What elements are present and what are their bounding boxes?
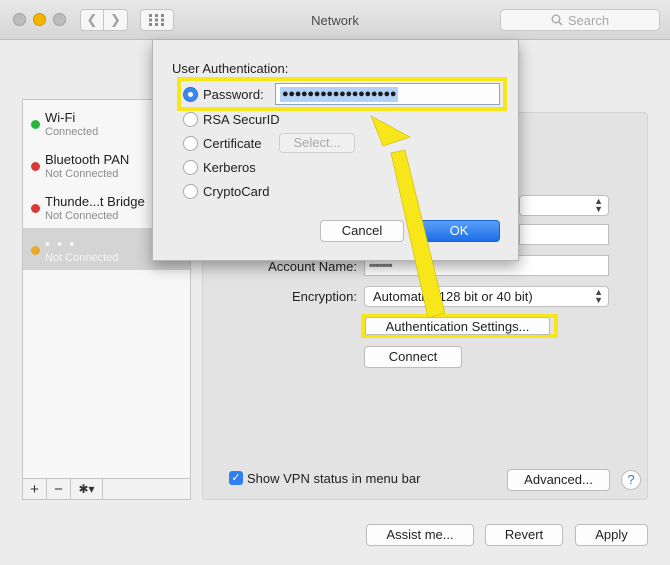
encryption-label: Encryption:	[291, 289, 357, 304]
radio-label: Password:	[203, 86, 264, 102]
gear-menu-button[interactable]: ✱▾	[71, 479, 103, 499]
help-button[interactable]: ?	[621, 470, 641, 490]
show-vpn-status-checkbox[interactable]: ✓	[229, 471, 243, 485]
authentication-settings-button[interactable]: Authentication Settings...	[365, 317, 550, 335]
radio-label: Kerberos	[203, 159, 256, 175]
search-icon	[551, 14, 563, 26]
user-authentication-sheet: User Authentication: Password: ●●●●●●●●●…	[152, 40, 519, 261]
show-vpn-status-label: Show VPN status in menu bar	[247, 471, 421, 486]
status-dot-icon	[31, 162, 40, 171]
radio-label: CryptoCard	[203, 183, 270, 199]
service-status: Not Connected	[45, 210, 119, 222]
radio-label: RSA SecurID	[203, 111, 280, 127]
status-dot-icon	[31, 246, 40, 255]
revert-button[interactable]: Revert	[485, 524, 563, 546]
cancel-button[interactable]: Cancel	[320, 220, 404, 242]
account-name-label: Account Name:	[268, 259, 357, 274]
radio-option-cryptocard[interactable]: CryptoCard	[183, 182, 269, 200]
radio-unselected-icon	[183, 183, 198, 199]
radio-option-rsa-securid[interactable]: RSA SecurID	[183, 110, 280, 128]
radio-option-password[interactable]: Password:	[183, 85, 264, 103]
checkmark-icon: ✓	[231, 472, 241, 484]
service-name: ▪ ▪ ▪	[45, 236, 77, 251]
service-status: Connected	[45, 126, 99, 138]
service-status: Not Connected	[45, 252, 119, 264]
radio-option-kerberos[interactable]: Kerberos	[183, 158, 256, 176]
title-bar: ❮ ❯ Network Search	[0, 0, 670, 40]
encryption-value: Automatic (128 bit or 40 bit)	[373, 289, 533, 304]
radio-option-certificate[interactable]: Certificate	[183, 134, 262, 152]
gear-icon: ✱▾	[78, 482, 95, 496]
radio-selected-icon	[183, 86, 198, 102]
service-status: Not Connected	[45, 168, 119, 180]
password-field[interactable]: ●●●●●●●●●●●●●●●●●●	[275, 83, 500, 105]
updown-arrows-icon: ▲ ▼	[594, 196, 603, 214]
assist-me-button[interactable]: Assist me...	[366, 524, 474, 546]
service-list-toolbar: + − ✱▾	[22, 479, 191, 500]
server-address-field[interactable]	[519, 224, 609, 245]
advanced-button[interactable]: Advanced...	[507, 469, 610, 491]
service-name: Bluetooth PAN	[45, 152, 130, 167]
network-preferences-window: ❮ ❯ Network Search Wi-Fi Connected Bluet…	[0, 0, 670, 565]
search-field[interactable]: Search	[500, 9, 660, 31]
radio-label: Certificate	[203, 135, 262, 151]
status-dot-icon	[31, 120, 40, 129]
search-placeholder: Search	[567, 12, 610, 28]
encryption-popup[interactable]: Automatic (128 bit or 40 bit) ▲ ▼	[364, 286, 609, 307]
status-dot-icon	[31, 204, 40, 213]
apply-button[interactable]: Apply	[575, 524, 648, 546]
service-name: Wi-Fi	[45, 110, 76, 125]
radio-unselected-icon	[183, 135, 198, 151]
service-name: Thunde...t Bridge	[45, 194, 145, 209]
ok-button[interactable]: OK	[418, 220, 500, 242]
updown-arrows-icon: ▲ ▼	[594, 287, 603, 305]
add-service-button[interactable]: +	[23, 479, 47, 499]
radio-unselected-icon	[183, 111, 198, 127]
sheet-title: User Authentication:	[172, 61, 289, 76]
password-value: ●●●●●●●●●●●●●●●●●●	[280, 87, 399, 102]
connect-button[interactable]: Connect	[364, 346, 462, 368]
remove-service-button[interactable]: −	[47, 479, 71, 499]
configuration-popup[interactable]: ▲ ▼	[519, 195, 609, 216]
select-certificate-button[interactable]: Select...	[279, 133, 355, 153]
radio-unselected-icon	[183, 159, 198, 175]
